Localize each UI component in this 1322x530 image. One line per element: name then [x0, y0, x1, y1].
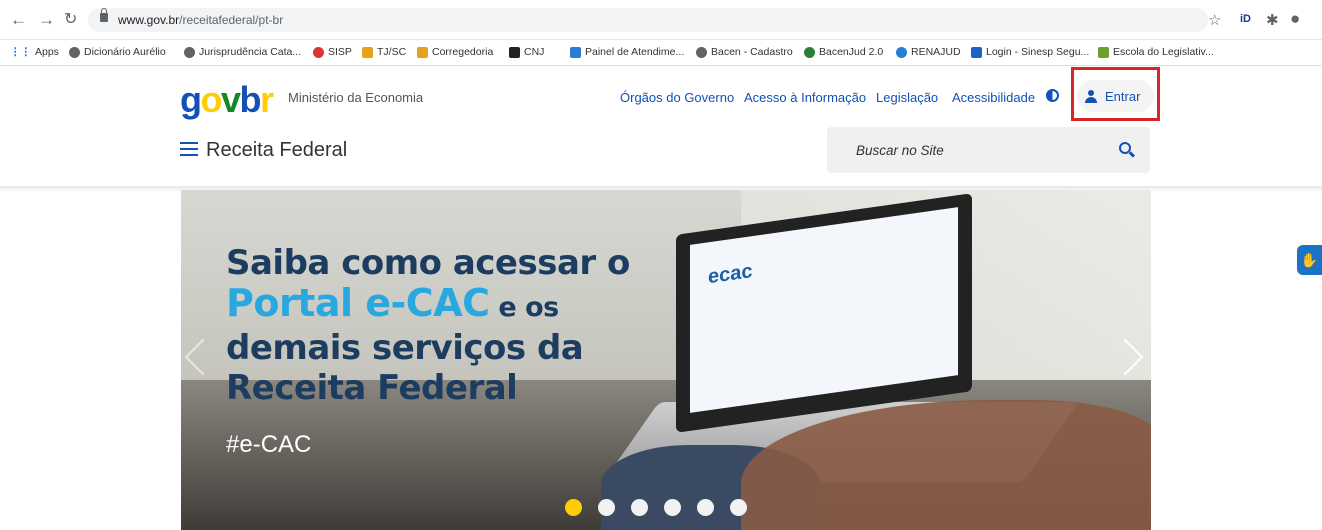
reload-icon[interactable]: ↻ — [64, 11, 77, 29]
ecac-logo: ecac — [708, 260, 753, 289]
globe-icon — [696, 46, 707, 58]
headline-line-1: Saiba como acessar o — [226, 243, 630, 283]
sisp-icon — [313, 46, 324, 58]
search-placeholder: Buscar no Site — [856, 143, 944, 158]
bookmark-apps[interactable]: ⋮⋮ Apps — [10, 46, 59, 58]
bookmark-star-icon[interactable]: ☆ — [1208, 11, 1221, 29]
login-label: Entrar — [1105, 88, 1141, 104]
escola-icon — [1098, 46, 1109, 58]
carousel-dot[interactable] — [730, 499, 747, 516]
user-icon — [1085, 90, 1097, 103]
vlibras-hand-icon[interactable]: ✋ — [1297, 245, 1322, 275]
bookmark-item[interactable]: Painel de Atendime... — [570, 46, 684, 58]
search-icon[interactable] — [1119, 142, 1131, 154]
browser-toolbar: ← → ↻ www.gov.br/receitafederal/pt-br ☆ … — [0, 0, 1322, 40]
bookmark-item[interactable]: Bacen - Cadastro — [696, 46, 793, 58]
headline-line-4: Receita Federal — [226, 368, 518, 408]
nav-legislacao[interactable]: Legislação — [876, 90, 938, 105]
nav-acesso-informacao[interactable]: Acesso à Informação — [744, 90, 866, 105]
bookmark-item[interactable]: BacenJud 2.0 — [804, 46, 883, 58]
bookmark-item[interactable]: TJ/SC — [362, 46, 406, 58]
extension-id-icon[interactable]: iD — [1240, 13, 1251, 25]
headline-line-3: demais serviços da — [226, 328, 584, 368]
banner-hashtag: #e-CAC — [226, 431, 312, 458]
apps-grid-icon: ⋮⋮ — [10, 46, 31, 58]
carousel-indicators — [565, 499, 747, 516]
banner-headline: Saiba como acessar o Portal e-CAC e os d… — [226, 243, 630, 408]
carousel-dot[interactable] — [598, 499, 615, 516]
carousel-dot[interactable] — [664, 499, 681, 516]
carousel-dot[interactable] — [565, 499, 582, 516]
extensions-puzzle-icon[interactable]: ✱ — [1266, 11, 1279, 29]
nav-orgaos-governo[interactable]: Órgãos do Governo — [620, 90, 734, 105]
site-title[interactable]: Receita Federal — [206, 139, 347, 162]
bookmark-item[interactable]: Login - Sinesp Segu... — [971, 46, 1089, 58]
govbr-logo[interactable]: govbr — [180, 82, 274, 118]
corregedoria-icon — [417, 46, 428, 58]
bookmark-item[interactable]: Escola do Legislativ... — [1098, 46, 1214, 58]
forward-arrow-icon[interactable]: → — [38, 11, 55, 29]
bookmark-item[interactable]: RENAJUD — [896, 46, 961, 58]
bacenjud-icon — [804, 46, 815, 58]
profile-avatar-icon[interactable]: ● — [1290, 9, 1300, 29]
bookmark-item[interactable]: SISP — [313, 46, 352, 58]
url-text[interactable]: www.gov.br/receitafederal/pt-br — [118, 13, 283, 27]
renajud-icon — [896, 46, 907, 58]
contrast-toggle-icon[interactable] — [1046, 89, 1059, 102]
cnj-icon — [509, 46, 520, 58]
bookmark-item[interactable]: Jurisprudência Cata... — [184, 46, 301, 58]
headline-line-2: Portal e-CAC e os — [226, 281, 559, 325]
bookmarks-bar: ⋮⋮ Apps Dicionário Aurélio Jurisprudência… — [0, 40, 1322, 66]
laptop-screen: ecac — [676, 193, 972, 433]
carousel-dot[interactable] — [631, 499, 648, 516]
nav-acessibilidade[interactable]: Acessibilidade — [952, 90, 1035, 105]
lock-icon[interactable] — [100, 8, 108, 22]
tjsc-icon — [362, 46, 373, 58]
bookmark-item[interactable]: Dicionário Aurélio — [69, 46, 166, 58]
sinesp-icon — [971, 46, 982, 58]
ecac-screen: ecac — [690, 207, 958, 413]
painel-icon — [570, 46, 581, 58]
login-button[interactable]: Entrar — [1077, 80, 1154, 112]
menu-hamburger-icon[interactable] — [180, 142, 198, 156]
bookmark-item[interactable]: CNJ — [509, 46, 544, 58]
back-arrow-icon[interactable]: ← — [10, 11, 27, 29]
bookmark-item[interactable]: Corregedoria — [417, 46, 493, 58]
ministry-name: Ministério da Economia — [288, 90, 424, 105]
search-input[interactable]: Buscar no Site — [827, 127, 1150, 173]
globe-icon — [184, 46, 195, 58]
carousel-dot[interactable] — [697, 499, 714, 516]
globe-icon — [69, 46, 80, 58]
